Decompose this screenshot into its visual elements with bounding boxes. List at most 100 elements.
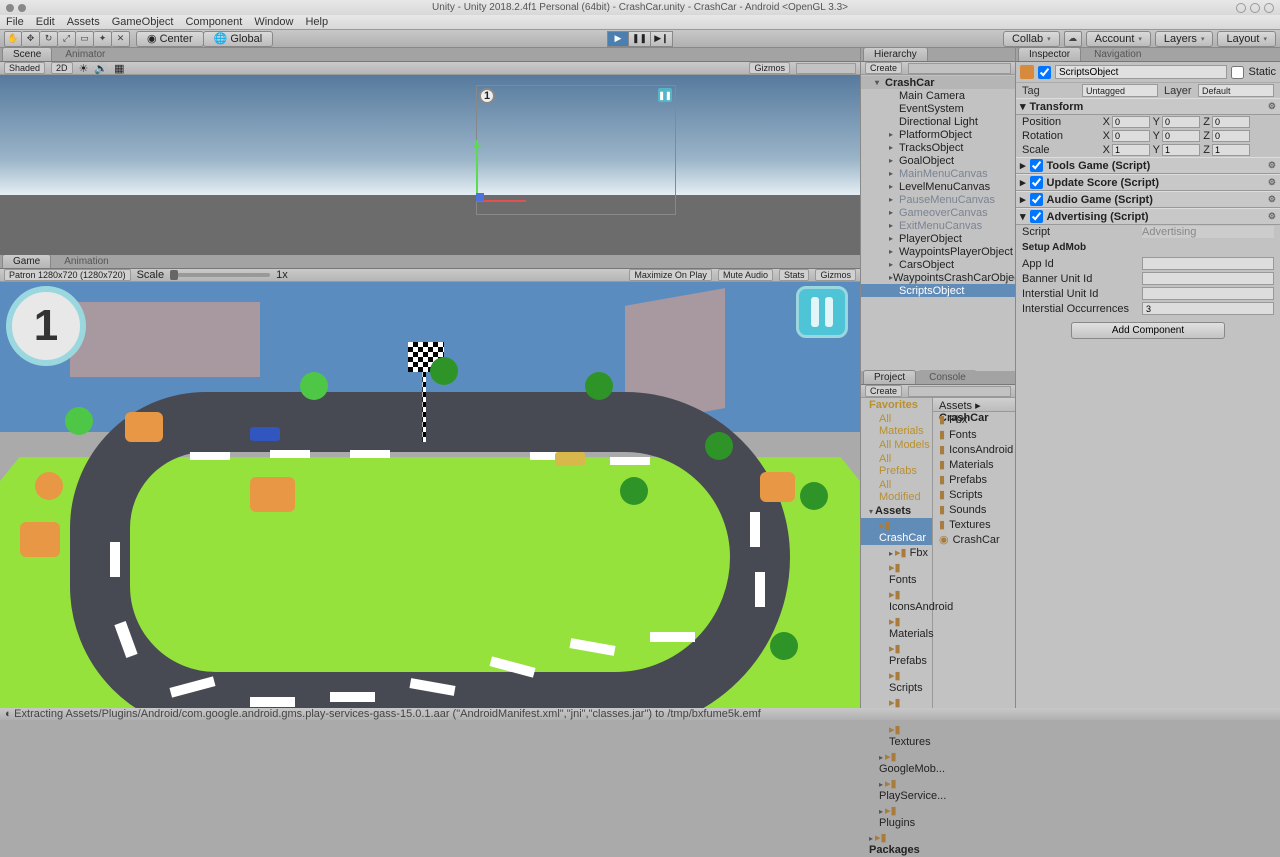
scene-view[interactable]: 1 ❚❚	[0, 75, 860, 255]
mute-audio-toggle[interactable]: Mute Audio	[718, 269, 773, 281]
tab-navigation[interactable]: Navigation	[1083, 47, 1152, 61]
add-component-button[interactable]: Add Component	[1071, 322, 1225, 339]
menu-window[interactable]: Window	[254, 16, 293, 28]
hand-tool[interactable]: ✋	[4, 31, 22, 47]
game-aspect-dropdown[interactable]: Patron 1280x720 (1280x720)	[4, 269, 131, 281]
project-list-item[interactable]: ▮Prefabs	[933, 472, 1019, 487]
win-close-icon[interactable]	[1264, 3, 1274, 13]
rot-z-input[interactable]	[1212, 130, 1250, 142]
transform-component-header[interactable]: ▾Transform⚙	[1016, 98, 1280, 115]
fav-all-prefabs[interactable]: All Prefabs	[861, 452, 932, 478]
rect-tool[interactable]: ▭	[76, 31, 94, 47]
hierarchy-item[interactable]: ▸LevelMenuCanvas	[861, 180, 1015, 193]
project-tree-item[interactable]: ▸▸▮ GoogleMob...	[861, 749, 932, 776]
pos-z-input[interactable]	[1212, 116, 1250, 128]
move-tool[interactable]: ✥	[22, 31, 40, 47]
gear-icon[interactable]: ⚙	[1268, 194, 1276, 205]
scene-fx-icon[interactable]: ▦	[114, 62, 124, 75]
gear-icon[interactable]: ⚙	[1268, 160, 1276, 171]
project-list-item[interactable]: ▮Textures	[933, 517, 1019, 532]
hud-pause-button[interactable]	[796, 286, 848, 338]
project-tree-item[interactable]: ▸▮ Fonts	[861, 560, 932, 587]
rot-y-input[interactable]	[1162, 130, 1200, 142]
project-search-input[interactable]	[908, 386, 1011, 397]
menu-assets[interactable]: Assets	[67, 16, 100, 28]
hierarchy-item[interactable]: ▸ExitMenuCanvas	[861, 219, 1015, 232]
favorites-root[interactable]: Favorites	[861, 398, 932, 412]
interstitial-occurrences-input[interactable]	[1142, 302, 1274, 315]
game-gizmos-dropdown[interactable]: Gizmos	[815, 269, 856, 281]
project-tree-item[interactable]: ▸▮ Prefabs	[861, 641, 932, 668]
app-id-input[interactable]	[1142, 257, 1274, 270]
account-dropdown[interactable]: Account	[1086, 31, 1151, 47]
tab-project[interactable]: Project	[863, 370, 916, 384]
hierarchy-item[interactable]: Main Camera	[861, 89, 1015, 102]
rotate-tool[interactable]: ↻	[40, 31, 58, 47]
gear-icon[interactable]: ⚙	[1268, 177, 1276, 188]
project-tree-item[interactable]: ▸▮ CrashCar	[861, 518, 932, 545]
minimize-button[interactable]	[18, 4, 26, 12]
fav-all-modified[interactable]: All Modified	[861, 478, 932, 504]
pause-button[interactable]: ❚❚	[629, 31, 651, 47]
hierarchy-item[interactable]: ▸GameoverCanvas	[861, 206, 1015, 219]
scene-2d-toggle[interactable]: 2D	[51, 62, 73, 74]
hierarchy-create-dropdown[interactable]: Create	[865, 62, 902, 74]
layout-dropdown[interactable]: Layout	[1217, 31, 1276, 47]
project-tree-item[interactable]: ▸▮ IconsAndroid	[861, 587, 932, 614]
custom-tool[interactable]: ✕	[112, 31, 130, 47]
scale-x-input[interactable]	[1112, 144, 1150, 156]
project-tree-item[interactable]: ▸▮ Scripts	[861, 668, 932, 695]
hierarchy-item[interactable]: ▸WaypointsCrashCarObject	[861, 271, 1015, 284]
tab-inspector[interactable]: Inspector	[1018, 47, 1081, 61]
project-list-item[interactable]: ▮IconsAndroid	[933, 442, 1019, 457]
rot-x-input[interactable]	[1112, 130, 1150, 142]
project-list-item[interactable]: ▮Fonts	[933, 427, 1019, 442]
banner-unit-id-input[interactable]	[1142, 272, 1274, 285]
hierarchy-item[interactable]: ▸GoalObject	[861, 154, 1015, 167]
project-list-item[interactable]: ▮Scripts	[933, 487, 1019, 502]
menu-component[interactable]: Component	[185, 16, 242, 28]
component-tools-game[interactable]: ▸Tools Game (Script)⚙	[1016, 157, 1280, 174]
pos-y-input[interactable]	[1162, 116, 1200, 128]
project-tree-item[interactable]: ▸▸▮ PlayService...	[861, 776, 932, 803]
project-file-list[interactable]: Assets ▸ CrashCar ▮Fbx▮Fonts▮IconsAndroi…	[933, 398, 1019, 708]
cloud-button[interactable]: ☁	[1064, 31, 1082, 47]
win-maximize-icon[interactable]	[1250, 3, 1260, 13]
hierarchy-item[interactable]: ▸WaypointsPlayerObject	[861, 245, 1015, 258]
project-folder-tree[interactable]: Favorites All Materials All Models All P…	[861, 398, 933, 708]
hierarchy-item[interactable]: ▸PauseMenuCanvas	[861, 193, 1015, 206]
hierarchy-tree[interactable]: ▾CrashCar Main CameraEventSystemDirectio…	[861, 75, 1015, 371]
project-tree-item[interactable]: ▸▸▮ Packages	[861, 830, 932, 857]
stats-toggle[interactable]: Stats	[779, 269, 810, 281]
pivot-global-toggle[interactable]: 🌐Global	[203, 31, 274, 47]
tab-scene[interactable]: Scene	[2, 47, 52, 61]
fav-all-materials[interactable]: All Materials	[861, 412, 932, 438]
hierarchy-item[interactable]: ▸CarsObject	[861, 258, 1015, 271]
project-breadcrumb[interactable]: Assets ▸ CrashCar	[933, 398, 1019, 412]
hierarchy-item[interactable]: ▸TracksObject	[861, 141, 1015, 154]
hierarchy-item[interactable]: Directional Light	[861, 115, 1015, 128]
tag-dropdown[interactable]: Untagged	[1082, 84, 1158, 97]
assets-root[interactable]: ▾Assets	[861, 504, 932, 518]
gameobject-active-checkbox[interactable]	[1038, 66, 1051, 79]
hierarchy-item[interactable]: ▸PlatformObject	[861, 128, 1015, 141]
project-create-dropdown[interactable]: Create	[865, 385, 902, 397]
gameobject-icon[interactable]	[1020, 65, 1034, 79]
shading-dropdown[interactable]: Shaded	[4, 62, 45, 74]
gameobject-name-input[interactable]	[1055, 65, 1227, 79]
component-advertising[interactable]: ▾Advertising (Script)⚙	[1016, 208, 1280, 225]
hierarchy-item[interactable]: EventSystem	[861, 102, 1015, 115]
project-list-item[interactable]: ▮Materials	[933, 457, 1019, 472]
menu-gameobject[interactable]: GameObject	[112, 16, 174, 28]
win-minimize-icon[interactable]	[1236, 3, 1246, 13]
game-scale-slider[interactable]	[170, 273, 270, 277]
scene-light-icon[interactable]: ☀	[79, 62, 89, 75]
project-tree-item[interactable]: ▸▸▮ Plugins	[861, 803, 932, 830]
hierarchy-scene-root[interactable]: ▾CrashCar	[861, 76, 1015, 89]
step-button[interactable]: ▶❙	[651, 31, 673, 47]
tab-console[interactable]: Console	[918, 370, 977, 384]
tab-animation[interactable]: Animation	[53, 254, 119, 268]
play-button[interactable]: ▶	[607, 31, 629, 47]
project-tree-item[interactable]: ▸▮ Textures	[861, 722, 932, 749]
hierarchy-item[interactable]: ▸PlayerObject	[861, 232, 1015, 245]
